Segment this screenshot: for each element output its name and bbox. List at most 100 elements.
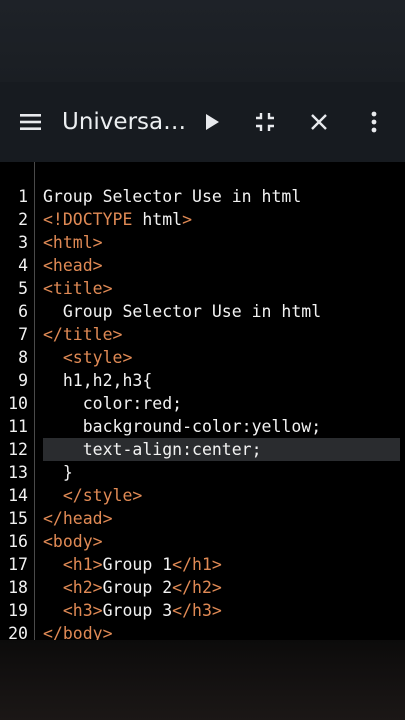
code-line[interactable]: 9 h1,h2,h3{ (0, 369, 405, 392)
menu-button[interactable] (8, 82, 54, 162)
code-line[interactable]: 11 background-color:yellow; (0, 415, 405, 438)
line-number: 14 (8, 486, 28, 505)
code-line[interactable]: 1 Group Selector Use in html (0, 185, 405, 208)
html-tag-token: <!DOCTYPE (43, 210, 133, 229)
play-icon (206, 114, 219, 130)
code-line[interactable]: 12 text-align:center; (0, 438, 405, 461)
line-text: <h1>Group 1</h1> (43, 553, 400, 576)
line-text: <title> (43, 277, 400, 300)
line-number: 10 (8, 394, 28, 413)
code-line[interactable]: 15 </head> (0, 507, 405, 530)
more-options-button[interactable] (352, 82, 396, 162)
close-icon (311, 114, 327, 130)
line-text: h1,h2,h3{ (43, 369, 400, 392)
text-token: background-color:yellow; (43, 417, 322, 436)
bottom-area (0, 640, 405, 720)
line-text: <style> (43, 346, 400, 369)
line-number: 9 (18, 371, 28, 390)
line-number: 8 (18, 348, 28, 367)
line-text: </style> (43, 484, 400, 507)
line-text: Group Selector Use in html (43, 185, 400, 208)
html-tag-token: <h2> (62, 578, 103, 597)
file-title[interactable]: Universa… (62, 82, 187, 162)
collapse-button[interactable] (243, 82, 287, 162)
collapse-icon (256, 113, 274, 131)
line-text: } (43, 461, 400, 484)
app-screen: Universa… 1 Group Selector Use in html 2… (0, 0, 405, 720)
code-line[interactable]: 19 <h3>Group 3</h3> (0, 599, 405, 622)
line-number: 13 (8, 463, 28, 482)
line-number: 19 (8, 601, 28, 620)
line-text: Group Selector Use in html (43, 300, 400, 323)
html-tag-token: <html> (43, 233, 103, 252)
code-line[interactable]: 16 <body> (0, 530, 405, 553)
code-line[interactable]: 14 </style> (0, 484, 405, 507)
code-line[interactable]: 4 <head> (0, 254, 405, 277)
html-tag-token: <h1> (62, 555, 103, 574)
line-number: 7 (18, 325, 28, 344)
code-line[interactable]: 5 <title> (0, 277, 405, 300)
text-token: } (43, 463, 73, 482)
html-tag-token: </title> (43, 325, 123, 344)
run-button[interactable] (190, 82, 234, 162)
html-tag-token: <body> (43, 532, 103, 551)
line-number: 5 (18, 279, 28, 298)
line-number: 3 (18, 233, 28, 252)
text-token: h1,h2,h3{ (43, 371, 153, 390)
text-token: Group 3 (102, 601, 173, 620)
code-line[interactable]: 17 <h1>Group 1</h1> (0, 553, 405, 576)
html-tag-token: </head> (43, 509, 113, 528)
text-token: Group Selector Use in html (43, 187, 302, 206)
html-tag-token: <h3> (62, 601, 103, 620)
code-line[interactable]: 2 <!DOCTYPE html> (0, 208, 405, 231)
code-line[interactable]: 6 Group Selector Use in html (0, 300, 405, 323)
code-line[interactable]: 13 } (0, 461, 405, 484)
html-tag-token: </h2> (172, 578, 222, 597)
code-line[interactable]: 8 <style> (0, 346, 405, 369)
html-tag-token: <head> (43, 256, 103, 275)
line-text: </title> (43, 323, 400, 346)
code-line[interactable]: 3 <html> (0, 231, 405, 254)
line-text: </head> (43, 507, 400, 530)
line-text: text-align:center; (43, 438, 400, 461)
line-number: 4 (18, 256, 28, 275)
line-number: 12 (8, 440, 28, 459)
text-token: Group 2 (102, 578, 173, 597)
html-tag-token: <title> (43, 279, 113, 298)
text-token: html (132, 210, 183, 229)
text-token: Group 1 (102, 555, 173, 574)
line-number: 18 (8, 578, 28, 597)
html-tag-token: > (182, 210, 193, 229)
line-text: <h2>Group 2</h2> (43, 576, 400, 599)
html-tag-token: </h1> (172, 555, 222, 574)
toolbar: Universa… (0, 82, 405, 162)
code-editor[interactable]: 1 Group Selector Use in html 2 <!DOCTYPE ht… (0, 162, 405, 643)
more-vertical-icon (371, 111, 377, 133)
line-number: 15 (8, 509, 28, 528)
code-line[interactable]: 18 <h2>Group 2</h2> (0, 576, 405, 599)
line-number: 2 (18, 210, 28, 229)
text-token: color:red; (43, 394, 183, 413)
line-text: <body> (43, 530, 400, 553)
line-text: <html> (43, 231, 400, 254)
line-text: <!DOCTYPE html> (43, 208, 400, 231)
close-button[interactable] (297, 82, 341, 162)
line-text: color:red; (43, 392, 400, 415)
menu-icon (20, 114, 41, 130)
html-tag-token: <style> (62, 348, 133, 367)
line-text: background-color:yellow; (43, 415, 400, 438)
line-number: 16 (8, 532, 28, 551)
code-line[interactable]: 10 color:red; (0, 392, 405, 415)
code-line[interactable]: 7 </title> (0, 323, 405, 346)
html-tag-token: </h3> (172, 601, 222, 620)
line-number: 11 (8, 417, 28, 436)
status-bar-area (0, 0, 405, 82)
line-number: 6 (18, 302, 28, 321)
text-token: Group Selector Use in html (43, 302, 322, 321)
line-text: <h3>Group 3</h3> (43, 599, 400, 622)
text-token: text-align:center; (43, 440, 262, 459)
